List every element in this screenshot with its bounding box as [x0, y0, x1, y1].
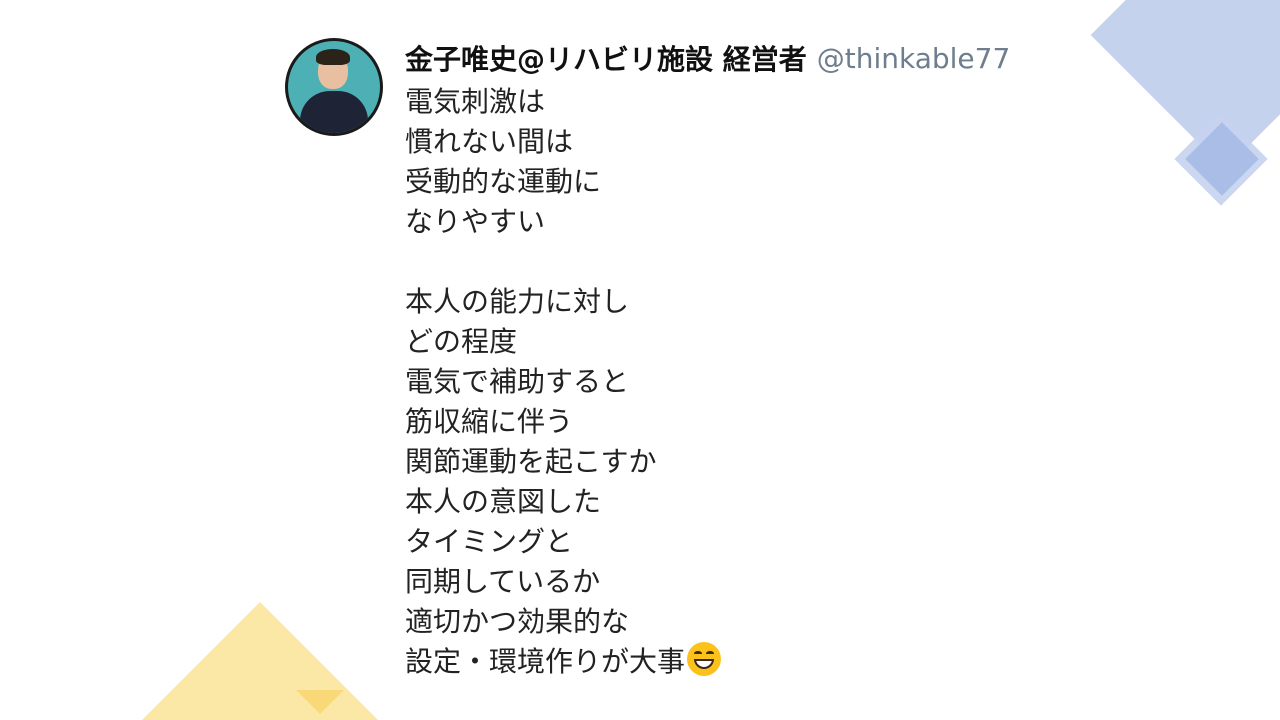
- tweet-line: 本人の能力に対し: [405, 285, 630, 318]
- tweet-line: 電気で補助すると: [405, 365, 630, 398]
- tweet-line: 電気刺激は: [405, 85, 546, 118]
- user-handle[interactable]: @thinkable77: [817, 42, 1011, 75]
- tweet-line: 慣れない間は: [405, 125, 574, 158]
- avatar-body: [300, 91, 368, 133]
- decor-yellow-triangle: [140, 602, 380, 720]
- slide: 金子唯史@リハビリ施設 経営者 @thinkable77 電気刺激は 慣れない間…: [0, 0, 1280, 720]
- avatar-hair: [316, 49, 350, 65]
- tweet-line-last: 設定・環境作りが大事: [405, 642, 1105, 682]
- tweet-line: 受動的な運動に: [405, 165, 602, 198]
- tweet-line: 筋収縮に伴う: [405, 405, 574, 438]
- tweet-line: タイミングと: [405, 525, 574, 558]
- tweet-line: 同期しているか: [405, 565, 601, 598]
- grinning-face-emoji-icon: [687, 642, 722, 676]
- tweet-line: 関節運動を起こすか: [405, 445, 657, 478]
- decor-yellow-triangle-inner: [296, 690, 344, 714]
- tweet-line: 本人の意図した: [405, 485, 602, 518]
- tweet-line: なりやすい: [405, 205, 546, 238]
- tweet-line: 適切かつ効果的な: [405, 605, 630, 638]
- tweet-header: 金子唯史@リハビリ施設 経営者 @thinkable77: [405, 36, 1010, 80]
- display-name[interactable]: 金子唯史@リハビリ施設 経営者: [405, 38, 807, 78]
- tweet-text: 電気刺激は 慣れない間は 受動的な運動に なりやすい 本人の能力に対し どの程度…: [405, 82, 1105, 682]
- avatar-photo: [288, 41, 380, 133]
- tweet-line-text: 設定・環境作りが大事: [405, 645, 686, 678]
- tweet-line: どの程度: [405, 325, 518, 358]
- avatar[interactable]: [285, 38, 383, 136]
